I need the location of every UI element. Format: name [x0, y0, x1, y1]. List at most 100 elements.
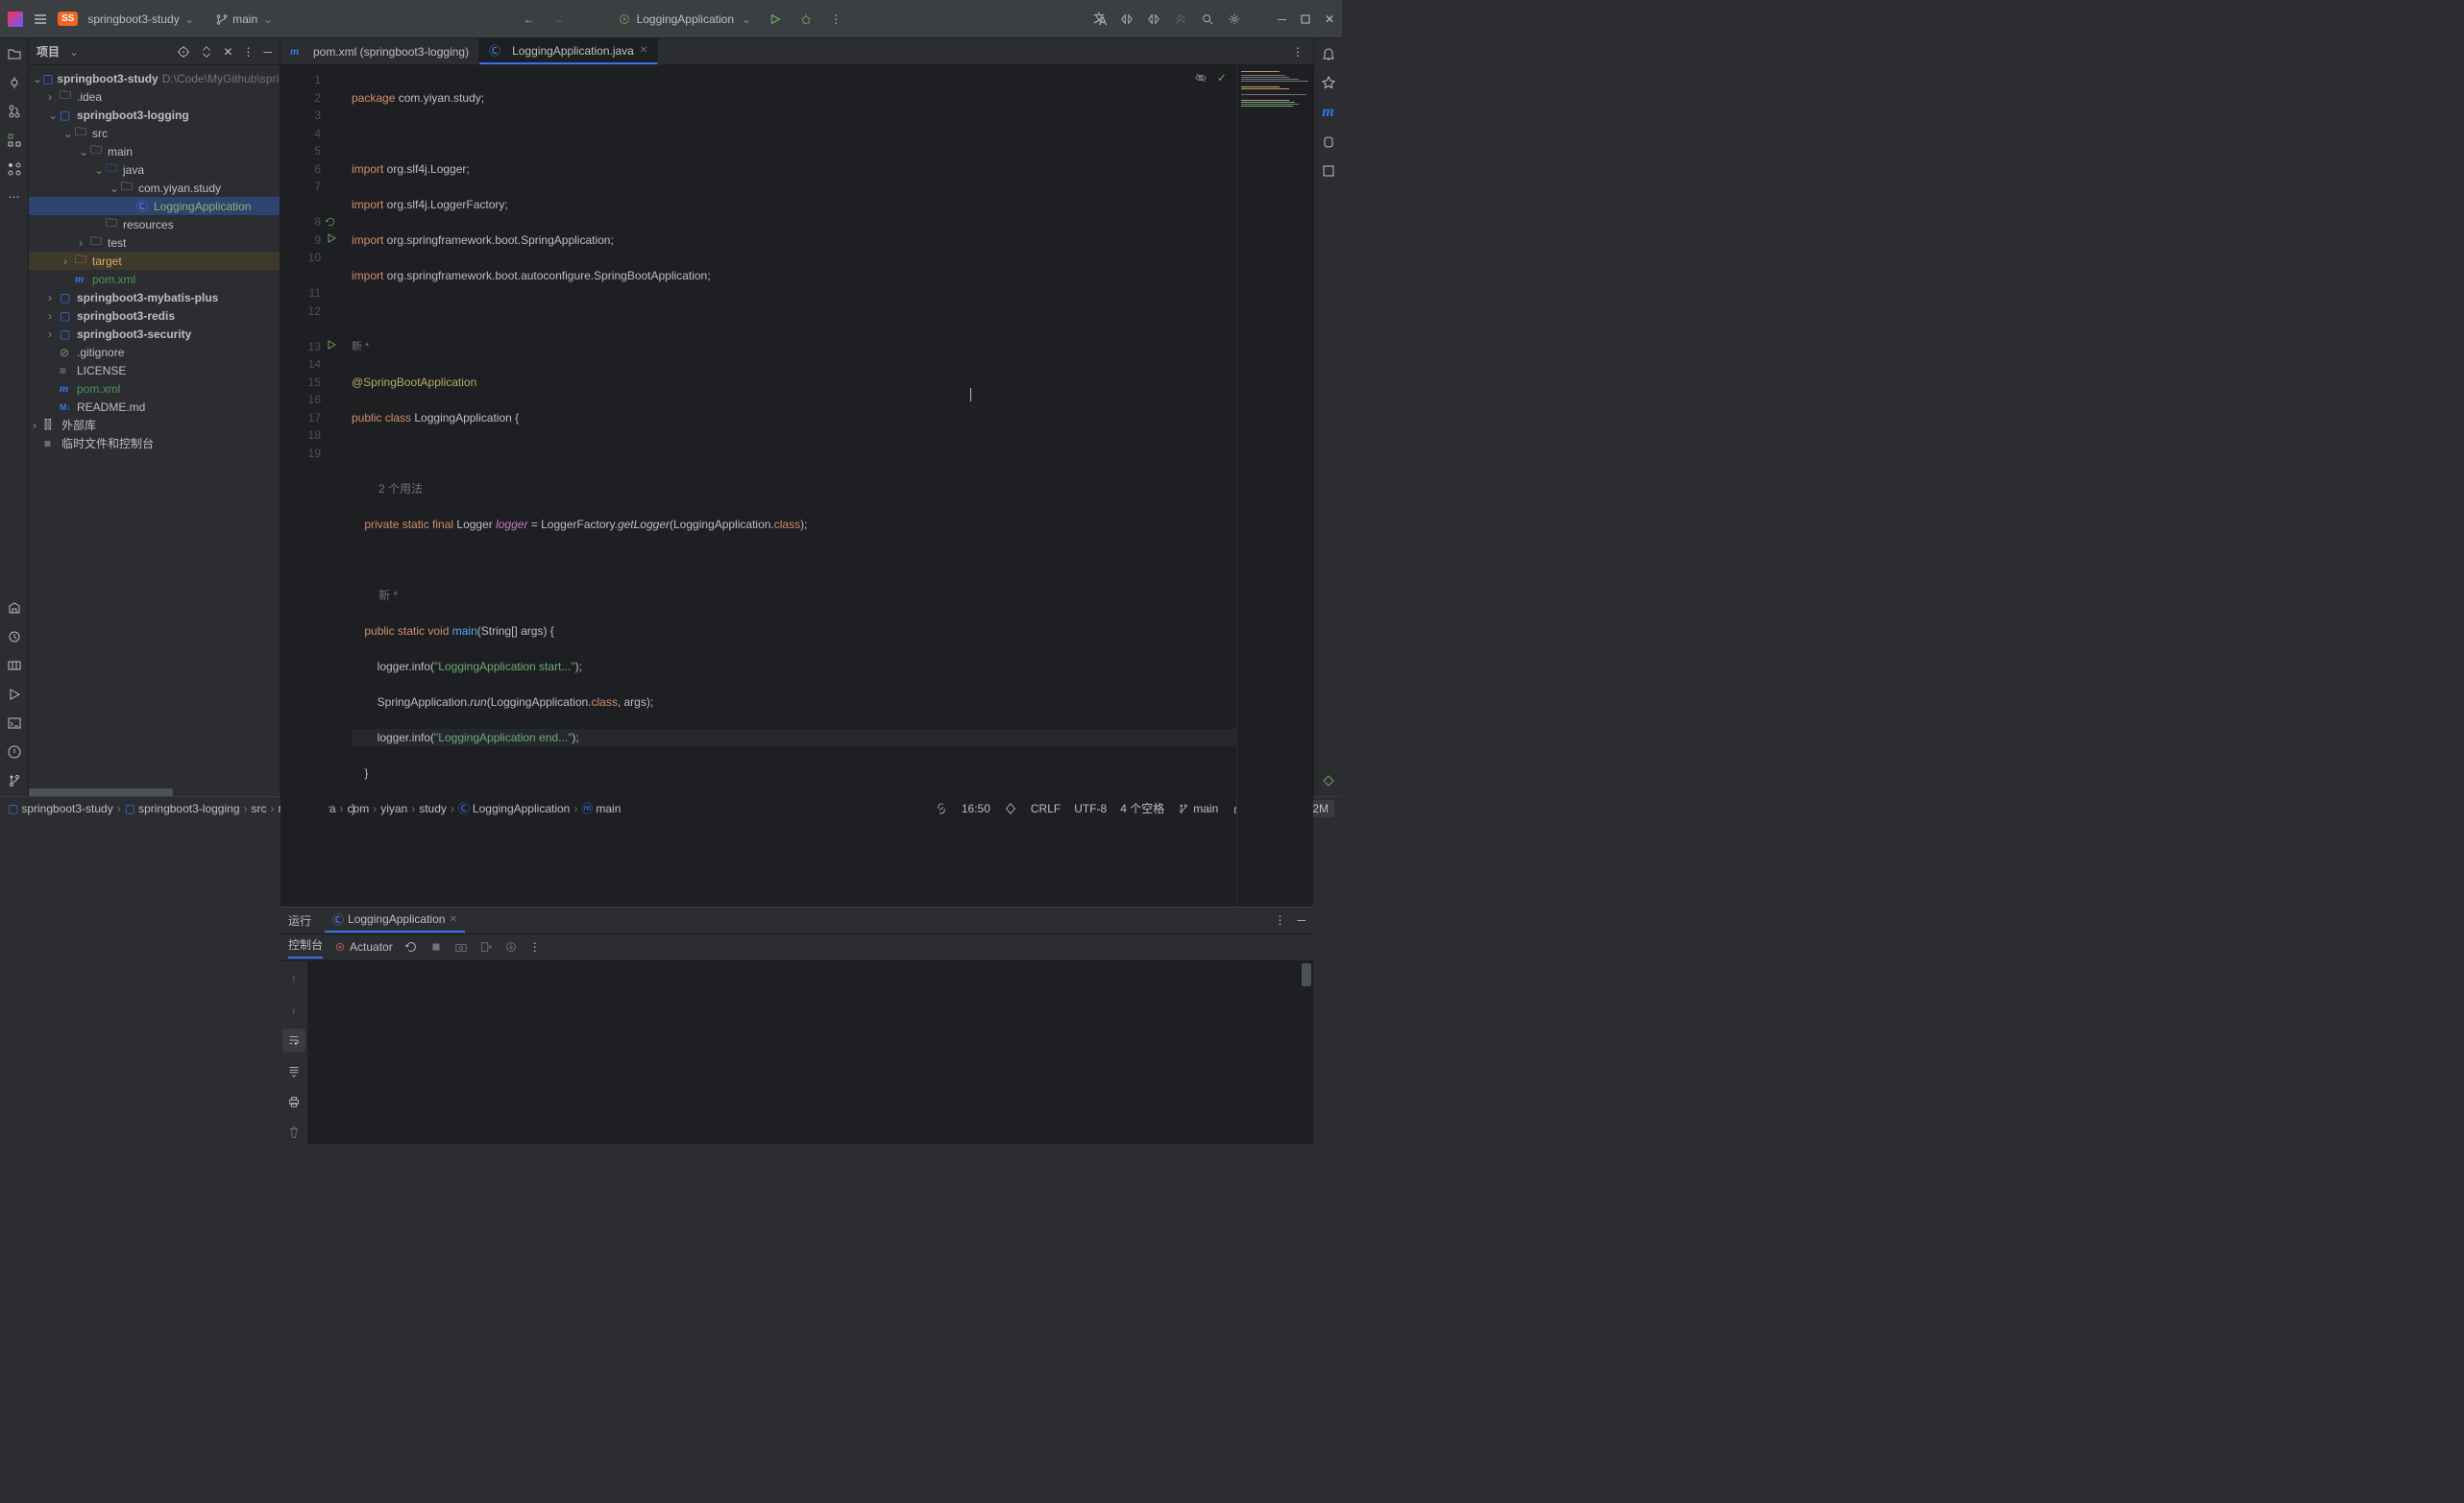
breadcrumb-item[interactable]: src: [252, 802, 267, 815]
scroll-to-end-icon[interactable]: [282, 1059, 305, 1082]
project-tool-icon[interactable]: [7, 46, 22, 61]
tree-app-class[interactable]: ⒸLoggingApplication: [29, 197, 280, 215]
console-tab[interactable]: 控制台: [288, 936, 323, 958]
bookmarks-tool-icon[interactable]: [7, 161, 22, 177]
inspection-ok-icon[interactable]: ✓: [1217, 71, 1227, 85]
breadcrumb-item[interactable]: ▢springboot3-logging: [125, 802, 240, 815]
problems-tool-icon[interactable]: [7, 744, 22, 760]
commit-tool-icon[interactable]: [7, 75, 22, 90]
maven-tool-icon[interactable]: m: [1322, 104, 1333, 121]
camera-icon[interactable]: [454, 940, 468, 954]
actuator-tab[interactable]: Actuator: [334, 940, 393, 954]
tree-idea[interactable]: ›🗀.idea: [29, 87, 280, 106]
nav-forward-icon[interactable]: →: [552, 12, 564, 26]
clear-all-icon[interactable]: [282, 1121, 305, 1144]
run-tool-icon[interactable]: [7, 687, 22, 702]
deploy-icon[interactable]: [1147, 12, 1160, 26]
search-icon[interactable]: [1201, 12, 1214, 26]
right-tool-gutter: m: [1313, 38, 1342, 796]
pull-requests-tool-icon[interactable]: [7, 104, 22, 119]
minimap[interactable]: [1236, 65, 1313, 907]
tree-logging[interactable]: ⌄▢springboot3-logging: [29, 106, 280, 124]
debug-tool-icon[interactable]: [7, 658, 22, 673]
run-panel-options-icon[interactable]: ⋮: [1274, 913, 1285, 927]
nav-back-icon[interactable]: ←: [524, 12, 535, 26]
debug-button[interactable]: [799, 12, 813, 26]
tab-close-icon[interactable]: ✕: [640, 45, 647, 56]
editor-tabs-options-icon[interactable]: ⋮: [1292, 45, 1304, 59]
tree-mybatis[interactable]: ›▢springboot3-mybatis-plus: [29, 288, 280, 306]
expand-all-icon[interactable]: [200, 45, 213, 59]
collapse-all-icon[interactable]: ✕: [223, 45, 232, 59]
tree-package[interactable]: ⌄🗀com.yiyan.study: [29, 179, 280, 197]
git-tool-icon[interactable]: [7, 773, 22, 788]
code-content[interactable]: package com.yiyan.study; import org.slf4…: [329, 65, 1236, 907]
tree-gitignore[interactable]: ⊘.gitignore: [29, 343, 280, 361]
tree-main[interactable]: ⌄🗀main: [29, 142, 280, 160]
tree-resources[interactable]: 🗀resources: [29, 215, 280, 233]
terminal-tool-icon[interactable]: [7, 715, 22, 731]
tree-ext-lib[interactable]: ›⫿⫿外部库: [29, 416, 280, 434]
updates-icon[interactable]: [1174, 12, 1187, 26]
tree-root[interactable]: ⌄▢ springboot3-study D:\Code\MyGithub\sp…: [29, 69, 280, 87]
tree-redis[interactable]: ›▢springboot3-redis: [29, 306, 280, 325]
down-icon[interactable]: ↓: [282, 998, 305, 1021]
console-scrollbar[interactable]: [1302, 963, 1311, 986]
close-icon[interactable]: ✕: [1325, 12, 1334, 26]
run-side-toolbar: ↑ ↓: [281, 961, 307, 1144]
code-with-me-icon[interactable]: [1120, 12, 1134, 26]
tree-license[interactable]: ≡LICENSE: [29, 361, 280, 379]
tree-root-pom[interactable]: mpom.xml: [29, 379, 280, 398]
exit-icon[interactable]: [479, 940, 493, 954]
hide-run-panel-icon[interactable]: ─: [1297, 913, 1305, 927]
reader-mode-icon[interactable]: [1194, 71, 1208, 85]
more-actions-icon[interactable]: ⋮: [830, 12, 842, 26]
breadcrumb-item[interactable]: ▢springboot3-study: [8, 802, 113, 815]
tree-target[interactable]: ›🗀target: [29, 252, 280, 270]
translate-icon[interactable]: 文A: [1091, 12, 1107, 27]
stop-icon[interactable]: [429, 940, 443, 954]
tab-pom[interactable]: m pom.xml (springboot3-logging): [281, 38, 479, 64]
dump-threads-icon[interactable]: [504, 940, 518, 954]
console-output[interactable]: [307, 961, 1313, 1144]
rerun-icon[interactable]: [404, 940, 418, 954]
project-tree[interactable]: ⌄▢ springboot3-study D:\Code\MyGithub\sp…: [29, 65, 280, 796]
ai-assistant-icon[interactable]: [1321, 75, 1336, 90]
build-tool-icon[interactable]: [7, 600, 22, 616]
tree-src[interactable]: ⌄🗀src: [29, 124, 280, 142]
settings-icon[interactable]: [1228, 12, 1241, 26]
run-more-icon[interactable]: ⋮: [529, 940, 541, 954]
run-tab-app[interactable]: Ⓒ LoggingApplication ✕: [325, 909, 465, 933]
tree-scrollbar[interactable]: [29, 788, 173, 796]
tree-readme[interactable]: M↓README.md: [29, 398, 280, 416]
tree-pom[interactable]: mpom.xml: [29, 270, 280, 288]
maximize-icon[interactable]: [1300, 13, 1311, 25]
up-icon[interactable]: ↑: [282, 967, 305, 990]
minimize-icon[interactable]: ─: [1278, 12, 1286, 26]
notifications-icon[interactable]: [1321, 46, 1336, 61]
select-opened-file-icon[interactable]: [177, 45, 190, 59]
gradle-tool-icon[interactable]: [1321, 163, 1336, 179]
soft-wrap-icon[interactable]: [282, 1029, 305, 1052]
database-tool-icon[interactable]: [1321, 134, 1336, 150]
close-icon[interactable]: ✕: [449, 914, 456, 925]
hide-panel-icon[interactable]: ─: [263, 45, 272, 59]
code-editor[interactable]: ✓ 12345678910111213141516171819 package …: [281, 65, 1236, 907]
tree-test[interactable]: ›🗀test: [29, 233, 280, 252]
tree-java[interactable]: ⌄🗀java: [29, 160, 280, 179]
tab-app[interactable]: Ⓒ LoggingApplication.java ✕: [479, 38, 658, 64]
run-button[interactable]: [768, 12, 782, 26]
run-config-dropdown[interactable]: LoggingApplication ⌄: [618, 12, 751, 26]
services-tool-icon[interactable]: [7, 629, 22, 644]
tree-scratches[interactable]: ≡临时文件和控制台: [29, 434, 280, 452]
panel-options-icon[interactable]: ⋮: [242, 45, 254, 59]
more-tools-icon[interactable]: ⋯: [9, 190, 20, 204]
chevron-down-icon[interactable]: ⌄: [69, 45, 79, 59]
main-menu-icon[interactable]: [33, 12, 48, 27]
tree-security[interactable]: ›▢springboot3-security: [29, 325, 280, 343]
project-name-dropdown[interactable]: springboot3-study ⌄: [87, 12, 194, 26]
git-branch-dropdown[interactable]: main ⌄: [215, 12, 273, 26]
print-icon[interactable]: [282, 1090, 305, 1113]
structure-tool-icon[interactable]: [7, 133, 22, 148]
jrebel-icon[interactable]: [1321, 773, 1336, 788]
